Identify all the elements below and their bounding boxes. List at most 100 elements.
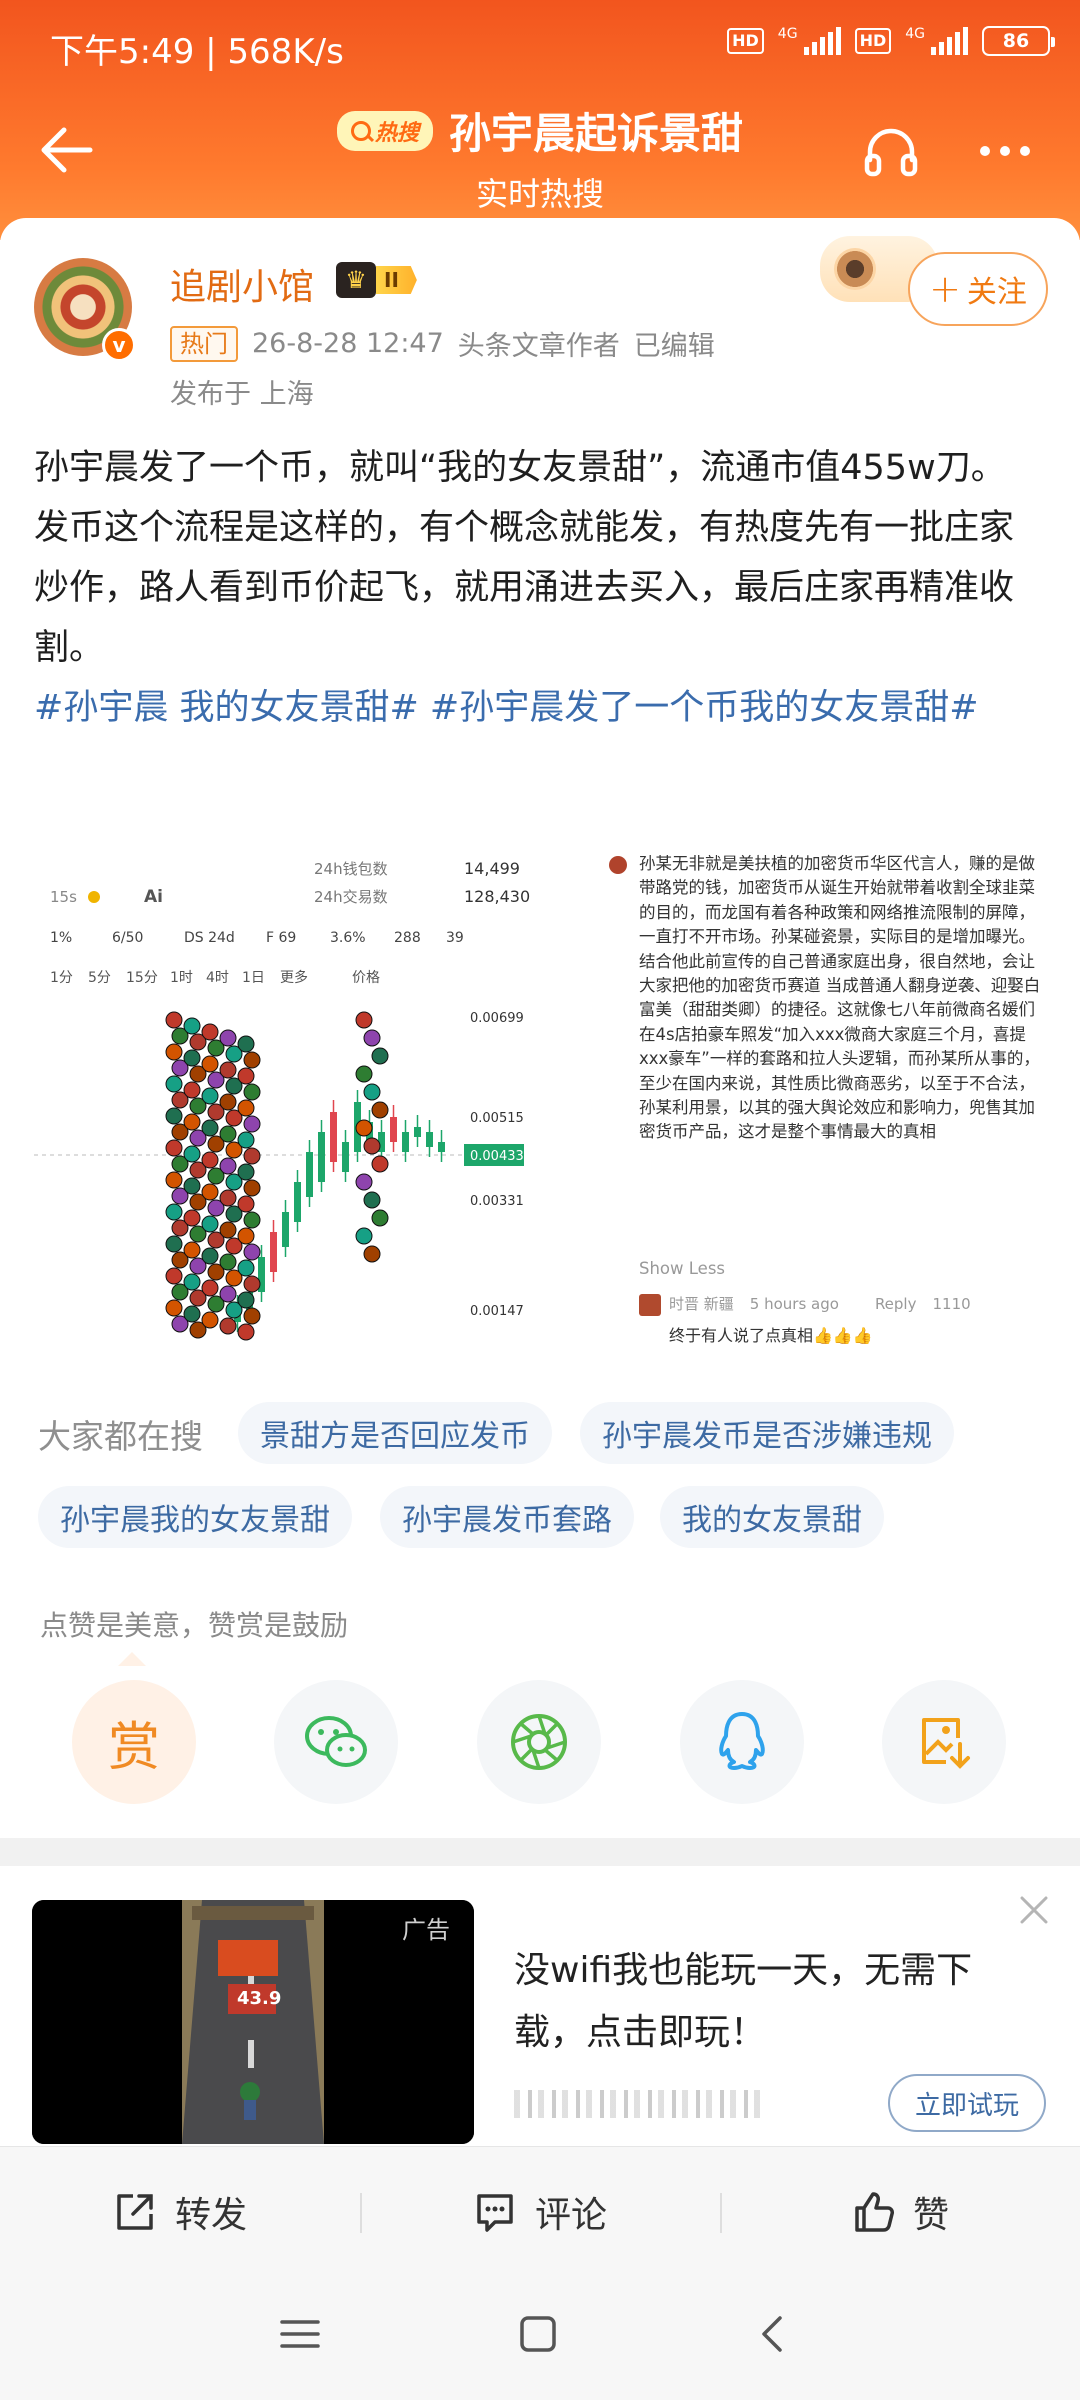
avatar-bubble bbox=[237, 1131, 255, 1149]
section-divider bbox=[0, 1838, 1080, 1866]
avatar-bubble bbox=[219, 1317, 237, 1335]
ad-headline[interactable]: 没wifi我也能玩一天，无需下载，点击即玩！ bbox=[514, 1940, 1034, 2064]
comment-icon bbox=[477, 2193, 513, 2232]
y-tick: 0.00147 bbox=[470, 1304, 524, 1319]
reply-text: 终于有人说了点真相👍👍👍 bbox=[669, 1326, 873, 1345]
avatar-bubble bbox=[243, 1147, 261, 1165]
comment-screenshot: 孙某无非就是美扶植的加密货币华区代言人，赚的是做带路党的钱，加密货币从诞生开始就… bbox=[609, 852, 1046, 1362]
avatar-bubble bbox=[237, 1163, 255, 1181]
signal-icon-2 bbox=[931, 27, 968, 55]
timeframe-item: 价格 bbox=[352, 970, 380, 986]
avatar-bubble bbox=[201, 1311, 219, 1329]
avatar-bubble bbox=[371, 1209, 389, 1227]
hot-search-logo: 热搜 bbox=[336, 110, 433, 151]
ad-cta-button[interactable]: 立即试玩 bbox=[888, 2074, 1046, 2132]
headphone-icon[interactable] bbox=[862, 122, 920, 180]
related-search-chip[interactable]: 孙宇晨我的女友景甜 bbox=[38, 1486, 352, 1548]
qq-icon bbox=[719, 1712, 765, 1770]
avatar-bubble bbox=[165, 1203, 183, 1221]
commenter-avatar bbox=[609, 856, 627, 874]
post-location: 发布于 上海 bbox=[170, 379, 314, 410]
avatar-bubble bbox=[363, 1191, 381, 1209]
avatar-bubble bbox=[201, 1215, 219, 1233]
status-time: 下午5:49 | 568K/s bbox=[50, 32, 344, 72]
avatar-bubble bbox=[165, 1235, 183, 1253]
avatar-bubble bbox=[183, 1273, 201, 1291]
moments-icon bbox=[511, 1714, 567, 1770]
avatar-bubble bbox=[237, 1035, 255, 1053]
moments-share-button[interactable] bbox=[477, 1680, 601, 1804]
avatar-bubble bbox=[183, 1017, 201, 1035]
avatar-bubble bbox=[355, 1227, 373, 1245]
stat2-value: 128,430 bbox=[464, 887, 530, 906]
y-tick: 0.00331 bbox=[470, 1194, 524, 1209]
repost-icon bbox=[117, 2193, 153, 2230]
related-search-chip[interactable]: 孙宇晨发币是否涉嫌违规 bbox=[580, 1402, 954, 1464]
metric-item: DS 24d bbox=[184, 930, 235, 946]
avatar-bubble bbox=[201, 1055, 219, 1073]
menu-icon[interactable] bbox=[278, 2312, 322, 2356]
timeframe-item: 1时 bbox=[170, 970, 193, 986]
network-type: 4G bbox=[777, 26, 798, 42]
network-type-2: 4G bbox=[905, 26, 925, 42]
comment-button[interactable]: 评论 bbox=[360, 2147, 720, 2276]
level-badge: ♛ II bbox=[336, 262, 417, 298]
avatar-bubble bbox=[237, 1291, 255, 1309]
reply-button: Reply bbox=[874, 1295, 917, 1313]
reply-likes: 1110 bbox=[932, 1295, 971, 1313]
timeframe-item: 1分 bbox=[50, 970, 73, 986]
reward-button[interactable]: 赏 bbox=[72, 1680, 196, 1804]
avatar-bubble bbox=[355, 1119, 373, 1137]
repost-button[interactable]: 转发 bbox=[0, 2147, 360, 2276]
avatar-bubble bbox=[219, 1093, 237, 1111]
battery-icon: 86 bbox=[982, 26, 1055, 56]
hashtag-link[interactable]: #孙宇晨 我的女友景甜# bbox=[34, 688, 419, 728]
repost-label: 转发 bbox=[174, 2194, 247, 2236]
hashtag-link-2[interactable]: #孙宇晨发了一个币我的女友景甜# bbox=[430, 688, 979, 728]
home-icon[interactable] bbox=[516, 2312, 560, 2356]
stat1-value: 14,499 bbox=[464, 859, 520, 878]
post-body: 孙宇晨发了一个币，就叫“我的女友景甜”，流通市值455w刀。 发币这个流程是这样… bbox=[34, 438, 1044, 738]
author-name[interactable]: 追剧小馆 bbox=[170, 258, 314, 310]
ai-label: Ai bbox=[144, 887, 163, 907]
avatar-bubble bbox=[183, 1209, 201, 1227]
hot-search-logo-text: 热搜 bbox=[374, 120, 419, 146]
like-button[interactable]: 赞 bbox=[720, 2147, 1080, 2276]
avatar-bubble bbox=[201, 1023, 219, 1041]
post-meta: 热门 26-8-28 12:47 头条文章作者 已编辑 bbox=[170, 324, 715, 363]
related-search-chip[interactable]: 我的女友景甜 bbox=[660, 1486, 884, 1548]
top-header: 下午5:49 | 568K/s HD 4G HD 4G 86 热搜 孙宇晨起诉景… bbox=[0, 0, 1080, 240]
related-search-chip[interactable]: 景甜方是否回应发币 bbox=[238, 1402, 552, 1464]
edited-label: 已编辑 bbox=[633, 331, 715, 362]
more-icon[interactable] bbox=[980, 146, 1030, 156]
timeframe-item: 1日 bbox=[242, 970, 265, 986]
ad-label: 广告 bbox=[402, 1916, 450, 1944]
avatar-bubble bbox=[237, 1067, 255, 1085]
avatar-bubble bbox=[219, 1061, 237, 1079]
metric-row: 1% 6/50 DS 24d F 69 3.6% 288 39 bbox=[50, 930, 464, 946]
back-nav-icon[interactable] bbox=[752, 2312, 796, 2356]
qq-share-button[interactable] bbox=[680, 1680, 804, 1804]
ad-subtext-blurred bbox=[514, 2090, 764, 2118]
thumbs-up-icon bbox=[855, 2191, 894, 2232]
signal-icon bbox=[803, 27, 841, 55]
close-icon[interactable] bbox=[1018, 1894, 1050, 1926]
related-search-chip[interactable]: 孙宇晨发币套路 bbox=[380, 1486, 634, 1548]
page-title: 孙宇晨起诉景甜 bbox=[449, 109, 744, 158]
follow-button[interactable]: + 关注 bbox=[908, 252, 1048, 326]
search-icon bbox=[350, 120, 371, 141]
like-label: 赞 bbox=[912, 2194, 949, 2236]
save-image-icon bbox=[922, 1718, 970, 1769]
avatar-bubble bbox=[183, 1049, 201, 1067]
save-image-button[interactable] bbox=[882, 1680, 1006, 1804]
avatar-bubble bbox=[201, 1247, 219, 1265]
comment-label: 评论 bbox=[534, 2194, 607, 2236]
author-role: 头条文章作者 bbox=[457, 331, 620, 362]
show-less-link: Show Less bbox=[639, 1259, 726, 1278]
post-image[interactable]: 24h钱包数 14,499 24h交易数 128,430 15s Ai 1% 6… bbox=[34, 852, 1046, 1362]
candles bbox=[234, 1090, 445, 1332]
wechat-share-button[interactable] bbox=[274, 1680, 398, 1804]
timeframe-item: 15分 bbox=[126, 970, 158, 986]
avatar-bubble bbox=[183, 1241, 201, 1259]
avatar-bubble bbox=[165, 1043, 183, 1061]
